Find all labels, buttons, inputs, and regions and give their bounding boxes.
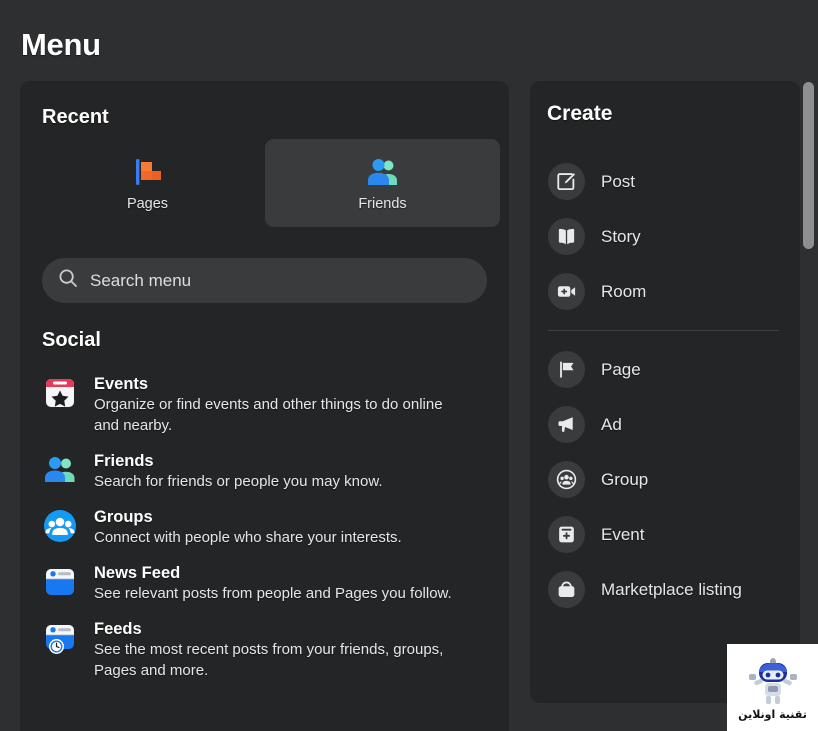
create-item-label: Story bbox=[601, 227, 641, 246]
create-divider bbox=[548, 330, 779, 331]
social-item-title: Events bbox=[94, 375, 149, 393]
recent-tile-label: Pages bbox=[126, 196, 169, 212]
compose-pencil-icon bbox=[548, 163, 585, 200]
group-people-icon bbox=[548, 461, 585, 498]
create-item-label: Post bbox=[601, 172, 636, 191]
create-item-marketplace-listing[interactable]: Marketplace listing bbox=[543, 562, 787, 617]
recent-tile-label: Friends bbox=[358, 196, 407, 212]
menu-card: Recent Pages Friends Search menu Social … bbox=[20, 81, 509, 731]
megaphone-icon bbox=[548, 406, 585, 443]
recent-tile-pages[interactable]: Pages bbox=[30, 139, 265, 227]
recent-tile-friends[interactable]: Friends bbox=[265, 139, 500, 227]
recent-tiles-row: Pages Friends bbox=[30, 139, 500, 227]
create-item-story[interactable]: Story bbox=[543, 209, 787, 264]
social-list: Events Organize or find events and other… bbox=[38, 366, 503, 688]
social-item-title: Feeds bbox=[94, 620, 142, 638]
create-item-label: Room bbox=[601, 282, 647, 301]
video-camera-plus-icon bbox=[548, 273, 585, 310]
open-book-icon bbox=[548, 218, 585, 255]
vertical-scrollbar-track[interactable] bbox=[803, 80, 814, 731]
social-item-title: Friends bbox=[94, 452, 154, 470]
social-item-desc: Organize or find events and other things… bbox=[94, 396, 443, 434]
create-item-page[interactable]: Page bbox=[543, 342, 787, 397]
pages-flag-icon bbox=[130, 154, 166, 190]
events-calendar-star-icon bbox=[42, 375, 78, 411]
recent-heading: Recent bbox=[42, 106, 109, 128]
social-item-desc: Search for friends or people you may kno… bbox=[94, 473, 383, 490]
vertical-scrollbar-thumb[interactable] bbox=[803, 82, 814, 249]
social-item-text: Groups Connect with people who share you… bbox=[94, 506, 402, 548]
social-item-text: Feeds See the most recent posts from you… bbox=[94, 618, 466, 681]
social-item-title: News Feed bbox=[94, 564, 181, 582]
social-item-groups[interactable]: Groups Connect with people who share you… bbox=[38, 499, 503, 555]
social-item-news-feed[interactable]: News Feed See relevant posts from people… bbox=[38, 555, 503, 611]
social-item-desc: See relevant posts from people and Pages… bbox=[94, 585, 452, 602]
social-item-feeds[interactable]: Feeds See the most recent posts from you… bbox=[38, 611, 503, 688]
social-item-events[interactable]: Events Organize or find events and other… bbox=[38, 366, 503, 443]
create-item-label: Ad bbox=[601, 415, 622, 434]
create-heading: Create bbox=[547, 102, 613, 125]
create-item-label: Page bbox=[601, 360, 641, 379]
create-item-ad[interactable]: Ad bbox=[543, 397, 787, 452]
social-item-text: Events Organize or find events and other… bbox=[94, 373, 466, 436]
create-item-label: Event bbox=[601, 525, 645, 544]
search-menu-bar[interactable] bbox=[42, 258, 487, 303]
create-card: Create Post Story Room Page Ad Group Eve… bbox=[530, 81, 800, 703]
flag-icon bbox=[548, 351, 585, 388]
create-item-event[interactable]: Event bbox=[543, 507, 787, 562]
shopping-bag-icon bbox=[548, 571, 585, 608]
create-item-post[interactable]: Post bbox=[543, 154, 787, 209]
friends-people-icon bbox=[365, 154, 401, 190]
create-list: Post Story Room Page Ad Group Event Mark… bbox=[543, 154, 787, 617]
create-item-room[interactable]: Room bbox=[543, 264, 787, 319]
news-feed-icon bbox=[42, 564, 78, 600]
create-item-label: Group bbox=[601, 470, 649, 489]
social-heading: Social bbox=[42, 329, 101, 351]
friends-people-icon bbox=[42, 452, 78, 488]
event-plus-icon bbox=[548, 516, 585, 553]
search-input[interactable] bbox=[90, 270, 471, 291]
watermark-text: تقنية اونلاين bbox=[738, 708, 807, 721]
page-title: Menu bbox=[21, 27, 101, 62]
watermark-logo: تقنية اونلاين bbox=[727, 644, 818, 731]
groups-circle-icon bbox=[42, 508, 78, 544]
create-item-group[interactable]: Group bbox=[543, 452, 787, 507]
search-icon bbox=[58, 268, 78, 293]
social-item-desc: See the most recent posts from your frie… bbox=[94, 641, 444, 679]
social-item-text: News Feed See relevant posts from people… bbox=[94, 562, 452, 604]
social-item-desc: Connect with people who share your inter… bbox=[94, 529, 402, 546]
feeds-clock-icon bbox=[42, 620, 78, 656]
social-item-friends[interactable]: Friends Search for friends or people you… bbox=[38, 443, 503, 499]
social-item-title: Groups bbox=[94, 508, 153, 526]
create-item-label: Marketplace listing bbox=[601, 580, 742, 599]
robot-mascot-icon bbox=[748, 658, 797, 704]
social-item-text: Friends Search for friends or people you… bbox=[94, 450, 383, 492]
